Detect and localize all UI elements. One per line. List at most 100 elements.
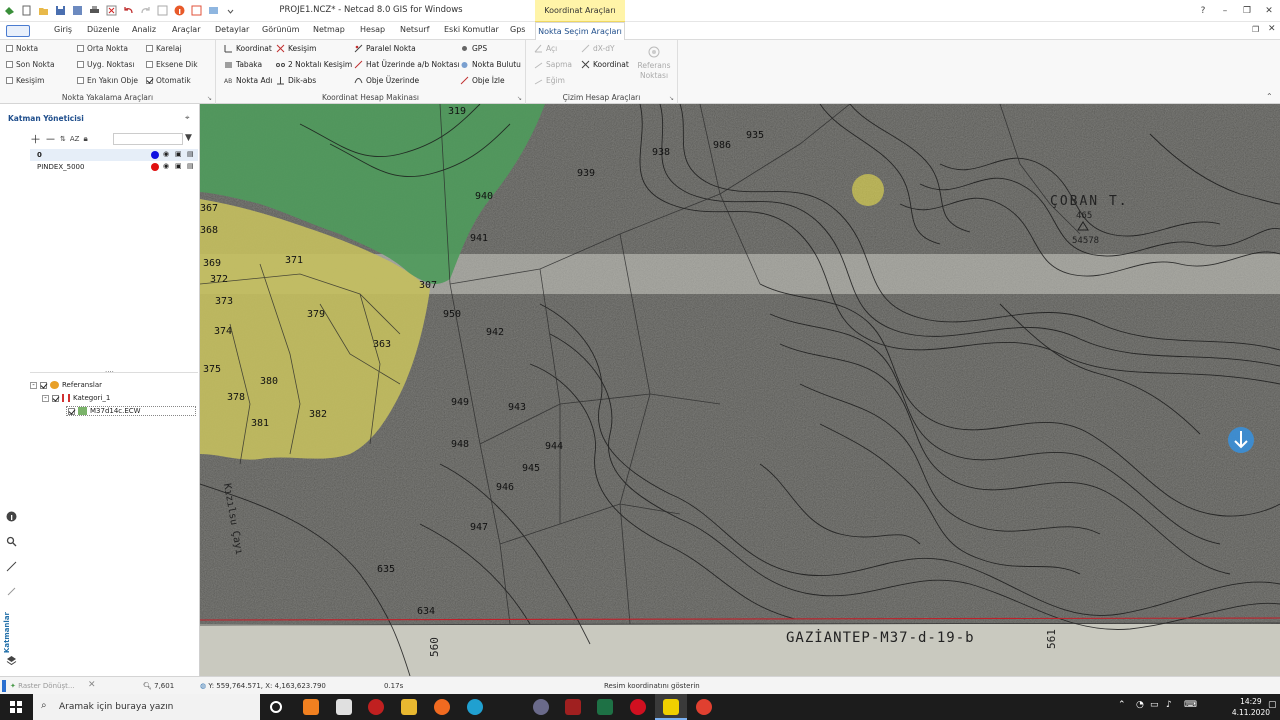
group-launcher-icon[interactable]: ↘ bbox=[517, 95, 522, 102]
check-nokta[interactable]: Nokta bbox=[6, 44, 38, 53]
print-layer-icon[interactable]: ▤ bbox=[187, 150, 194, 158]
nokta-bulutu-button[interactable]: Nokta Bulutu bbox=[460, 60, 521, 69]
layer-search-input[interactable] bbox=[113, 133, 183, 145]
ribbon-restore-icon[interactable]: ❐ bbox=[1252, 25, 1259, 34]
obje-uzerinde-button[interactable]: Obje Üzerinde bbox=[354, 76, 419, 85]
ribbon-close-icon[interactable]: ✕ bbox=[1268, 24, 1276, 34]
splitter[interactable] bbox=[30, 372, 198, 373]
volume-icon[interactable]: ♪ bbox=[1166, 700, 1172, 710]
raster-task-tab[interactable]: ✦ Raster Dönüşt... bbox=[10, 682, 75, 690]
store-icon[interactable] bbox=[336, 699, 352, 715]
add-layer-icon[interactable]: ＋ bbox=[30, 131, 41, 147]
checkbox[interactable] bbox=[6, 61, 13, 68]
app-icon[interactable] bbox=[533, 699, 549, 715]
cizim-koordinat-button[interactable]: Koordinat bbox=[581, 60, 629, 69]
visibility-icon[interactable]: ◉ bbox=[163, 150, 169, 158]
netcad-tool-icon[interactable] bbox=[565, 699, 581, 715]
check-son-nokta[interactable]: Son Nokta bbox=[6, 60, 55, 69]
tab-gps[interactable]: Gps bbox=[510, 25, 525, 34]
lock-icon[interactable]: 🔒︎ bbox=[83, 134, 87, 144]
keyboard-icon[interactable]: ⌨ bbox=[1184, 700, 1197, 710]
visibility-icon[interactable]: ◉ bbox=[163, 162, 169, 170]
paralel-nokta-button[interactable]: Paralel Nokta bbox=[354, 44, 416, 53]
tab-nokta-secim-araclari[interactable]: Nokta Seçim Araçları bbox=[535, 22, 625, 41]
hat-uzerinde-button[interactable]: Hat Üzerinde a/b Noktası bbox=[354, 60, 460, 69]
iki-noktali-kesisim-button[interactable]: 2 Noktalı Kesişim bbox=[276, 60, 352, 69]
pen-icon[interactable] bbox=[5, 585, 17, 597]
tab-araclar[interactable]: Araçlar bbox=[172, 25, 200, 34]
task-close-icon[interactable]: ✕ bbox=[88, 680, 96, 690]
collapse-icon[interactable]: - bbox=[30, 381, 37, 389]
firefox-icon[interactable] bbox=[434, 699, 450, 715]
check-en-yakin-obje[interactable]: En Yakın Obje bbox=[77, 76, 138, 85]
koordinat-button[interactable]: Koordinat bbox=[224, 44, 272, 53]
layer-row-pindex[interactable]: PINDEX_5000 ◉ ▣ ▤ bbox=[30, 161, 198, 173]
check-uyg-noktasi[interactable]: Uyg. Noktası bbox=[77, 60, 135, 69]
layers-stack-icon[interactable] bbox=[5, 654, 17, 666]
minimize-button[interactable]: – bbox=[1214, 0, 1236, 22]
map-canvas[interactable]: 319 938 986 935 939 940 941 367 368 369 … bbox=[200, 104, 1280, 676]
tab-detaylar[interactable]: Detaylar bbox=[215, 25, 249, 34]
tab-netmap[interactable]: Netmap bbox=[313, 25, 345, 34]
checkbox[interactable] bbox=[6, 77, 13, 84]
tab-eski-komutlar[interactable]: Eski Komutlar bbox=[444, 25, 499, 34]
kesisim-button[interactable]: Kesişim bbox=[276, 44, 316, 53]
check-kesisim[interactable]: Kesişim bbox=[6, 76, 44, 85]
print-layer-icon[interactable]: ▤ bbox=[187, 162, 194, 170]
tray-chevron-icon[interactable]: ⌃ bbox=[1118, 700, 1126, 710]
tab-analiz[interactable]: Analiz bbox=[132, 25, 156, 34]
help-button[interactable]: ? bbox=[1192, 0, 1214, 22]
tree-item-referanslar[interactable]: - Referanslar bbox=[30, 381, 102, 389]
checkbox[interactable] bbox=[77, 77, 84, 84]
layer-row-0[interactable]: 0 ◉ ▣ ▤ bbox=[30, 149, 198, 161]
cortana-icon[interactable] bbox=[270, 701, 282, 713]
vlc-icon[interactable] bbox=[303, 699, 319, 715]
sapma-button[interactable]: Sapma bbox=[534, 60, 572, 69]
collapse-icon[interactable]: - bbox=[42, 394, 49, 402]
tab-duzenle[interactable]: Düzenle bbox=[87, 25, 120, 34]
tab-netsurf[interactable]: Netsurf bbox=[400, 25, 429, 34]
nokta-adi-button[interactable]: AB Nokta Adı bbox=[224, 76, 272, 85]
battery-icon[interactable]: ▭ bbox=[1150, 700, 1159, 710]
notification-icon[interactable]: ▢ bbox=[1268, 700, 1277, 710]
scanned-map-svg[interactable]: 319 938 986 935 939 940 941 367 368 369 … bbox=[200, 104, 1280, 676]
referans-noktasi-button[interactable]: Referans Noktası bbox=[634, 46, 674, 81]
tabaka-button[interactable]: Tabaka bbox=[224, 60, 262, 69]
checkbox[interactable] bbox=[77, 45, 84, 52]
windows-start-icon[interactable] bbox=[10, 701, 22, 713]
chrome-icon[interactable] bbox=[696, 699, 712, 715]
tab-giris[interactable]: Giriş bbox=[54, 25, 72, 34]
tab-gorunum[interactable]: Görünüm bbox=[262, 25, 299, 34]
excel-icon[interactable] bbox=[597, 699, 613, 715]
checkbox[interactable] bbox=[68, 407, 75, 415]
restore-button[interactable]: ❐ bbox=[1236, 0, 1258, 22]
search-icon[interactable] bbox=[5, 535, 17, 547]
layer-color-dot[interactable] bbox=[151, 163, 159, 171]
tab-hesap[interactable]: Hesap bbox=[360, 25, 385, 34]
layer-color-dot[interactable] bbox=[151, 151, 159, 159]
sort-icon[interactable]: ⇅ bbox=[60, 135, 66, 143]
recorder-icon[interactable] bbox=[368, 699, 384, 715]
taskbar-search-input[interactable]: ⌕ Aramak için buraya yazın bbox=[33, 694, 260, 720]
egim-button[interactable]: Eğim bbox=[534, 76, 565, 85]
info-circle-icon[interactable] bbox=[5, 510, 17, 522]
check-orta-nokta[interactable]: Orta Nokta bbox=[77, 44, 128, 53]
obje-izle-button[interactable]: Obje İzle bbox=[460, 76, 505, 85]
group-launcher-icon[interactable]: ↘ bbox=[669, 95, 674, 102]
checkbox[interactable] bbox=[146, 77, 153, 84]
system-clock[interactable]: 14:29 4.11.2020 bbox=[1232, 696, 1270, 718]
lock-layer-icon[interactable]: ▣ bbox=[175, 150, 182, 158]
checkbox[interactable] bbox=[77, 61, 84, 68]
opera-icon[interactable] bbox=[630, 699, 646, 715]
measure-icon[interactable] bbox=[5, 560, 17, 572]
checkbox[interactable] bbox=[40, 381, 47, 389]
network-icon[interactable]: ◔ bbox=[1136, 700, 1144, 710]
sort-az-icon[interactable]: AZ bbox=[70, 135, 80, 143]
check-eksene-dik[interactable]: Eksene Dik bbox=[146, 60, 198, 69]
check-karelaj[interactable]: Karelaj bbox=[146, 44, 182, 53]
dik-abs-button[interactable]: Dik-abs bbox=[276, 76, 316, 85]
checkbox[interactable] bbox=[146, 45, 153, 52]
tree-item-kategori[interactable]: - Kategori_1 bbox=[42, 394, 110, 402]
katmanlar-tab[interactable]: Katmanlar bbox=[3, 612, 11, 653]
pin-icon[interactable]: ⌖ bbox=[185, 113, 190, 123]
